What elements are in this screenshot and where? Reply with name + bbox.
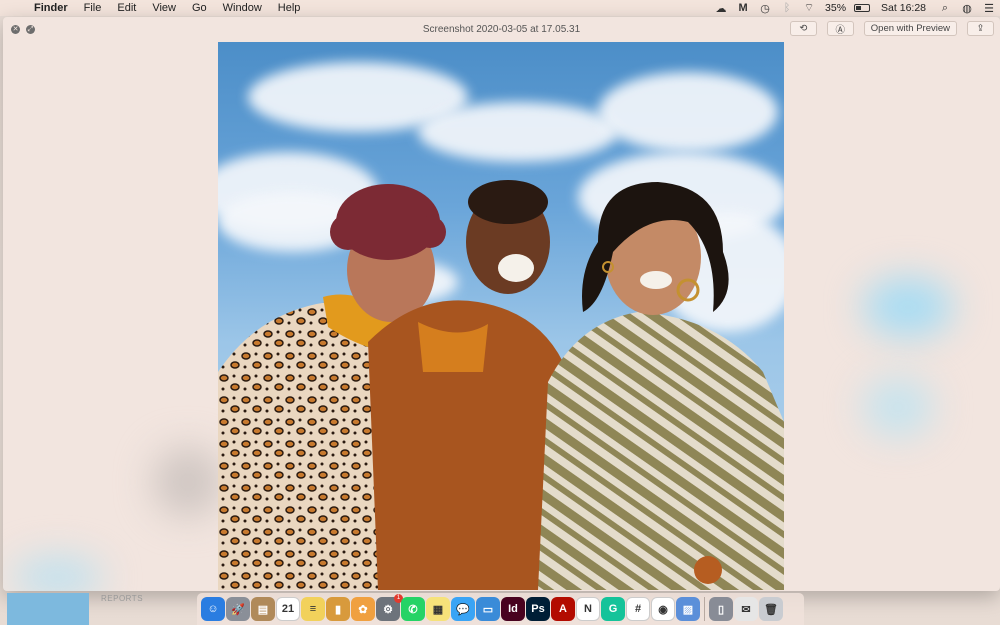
- dock-calendar-icon[interactable]: 21: [276, 597, 300, 621]
- backdrop-blob: [13, 557, 103, 591]
- menu-file[interactable]: File: [76, 0, 110, 16]
- dock-system-preferences-icon[interactable]: ⚙ 1: [376, 594, 403, 621]
- dock-notebook-icon[interactable]: ▤: [251, 597, 275, 621]
- dock-mail-icon[interactable]: ✉: [734, 597, 758, 621]
- desktop-folder-label[interactable]: REPORTS: [101, 594, 143, 603]
- people-illustration: [218, 180, 784, 590]
- siri-icon[interactable]: ◍: [956, 0, 978, 16]
- markup-button[interactable]: Ⓐ: [826, 21, 854, 36]
- desktop-folder[interactable]: [7, 593, 89, 625]
- time-machine-icon[interactable]: ◷: [754, 0, 776, 16]
- menu-window[interactable]: Window: [215, 0, 270, 16]
- dock-keynote-icon[interactable]: ▭: [476, 597, 500, 621]
- dock-notes-icon[interactable]: ≡: [301, 597, 325, 621]
- open-with-preview-button[interactable]: Open with Preview: [863, 21, 957, 36]
- dock-acrobat-icon[interactable]: A: [551, 597, 575, 621]
- dock-trash-icon[interactable]: 🗑: [759, 597, 783, 621]
- quicklook-window: ✕ ⤢ Screenshot 2020-03-05 at 17.05.31 ⟲ …: [3, 17, 1000, 591]
- notification-center-icon[interactable]: ☰: [978, 0, 1000, 16]
- backdrop-blob: [863, 277, 953, 337]
- mail-m-icon[interactable]: M: [732, 0, 754, 16]
- dock-whatsapp-icon[interactable]: ✆: [401, 597, 425, 621]
- dock-separator: [704, 597, 705, 621]
- spotlight-search-icon[interactable]: ⌕: [934, 0, 956, 16]
- bluetooth-icon[interactable]: ᛒ: [776, 0, 798, 16]
- dock-notion-icon[interactable]: N: [576, 597, 600, 621]
- share-icon: ⇪: [976, 23, 985, 34]
- dock-launchpad-icon[interactable]: 🚀: [226, 597, 250, 621]
- menu-edit[interactable]: Edit: [109, 0, 144, 16]
- menu-help[interactable]: Help: [270, 0, 309, 16]
- menu-view[interactable]: View: [144, 0, 184, 16]
- dock-chrome-icon[interactable]: ◉: [651, 597, 675, 621]
- dock-slack-icon[interactable]: #: [626, 597, 650, 621]
- dock-phone-icon[interactable]: ▯: [709, 597, 733, 621]
- dock-photos-icon[interactable]: ✿: [351, 597, 375, 621]
- clock[interactable]: Sat 16:28: [873, 2, 934, 14]
- rotate-icon: ⟲: [799, 23, 808, 34]
- battery-percent: 35%: [825, 2, 847, 14]
- wifi-icon[interactable]: ⌔: [798, 0, 820, 16]
- close-icon[interactable]: ✕: [11, 24, 20, 34]
- menu-go[interactable]: Go: [184, 0, 215, 16]
- dock-grammarly-icon[interactable]: G: [601, 597, 625, 621]
- quicklook-toolbar: ✕ ⤢ Screenshot 2020-03-05 at 17.05.31 ⟲ …: [3, 17, 1000, 41]
- dock-indesign-icon[interactable]: Id: [501, 597, 525, 621]
- dock-preview-icon[interactable]: ▨: [676, 597, 700, 621]
- backdrop-blob: [153, 447, 223, 517]
- battery-icon[interactable]: [851, 0, 873, 16]
- dock: ☺ 🚀 ▤ 21 ≡ ▮ ✿ ⚙ 1 ✆ ▦ 💬 ▭ Id Ps A N G # ◉ ▨ ▯ ✉ 🗑: [197, 593, 804, 625]
- dock-stickies-icon[interactable]: ▦: [426, 597, 450, 621]
- fullscreen-icon[interactable]: ⤢: [26, 24, 35, 34]
- dock-messages-icon[interactable]: 💬: [451, 597, 475, 621]
- menu-bar: Finder File Edit View Go Window Help ☁ M…: [0, 0, 1000, 16]
- dock-photoshop-icon[interactable]: Ps: [526, 597, 550, 621]
- backdrop-blob: [863, 377, 933, 437]
- share-button[interactable]: ⇪: [967, 21, 994, 36]
- markup-icon: Ⓐ: [835, 24, 846, 36]
- menu-app-finder[interactable]: Finder: [30, 0, 76, 16]
- dock-finder-icon[interactable]: ☺: [201, 597, 225, 621]
- dock-notefile-icon[interactable]: ▮: [326, 597, 350, 621]
- preview-image: [218, 42, 784, 590]
- creative-cloud-icon[interactable]: ☁: [710, 0, 732, 16]
- rotate-button[interactable]: ⟲: [789, 21, 817, 36]
